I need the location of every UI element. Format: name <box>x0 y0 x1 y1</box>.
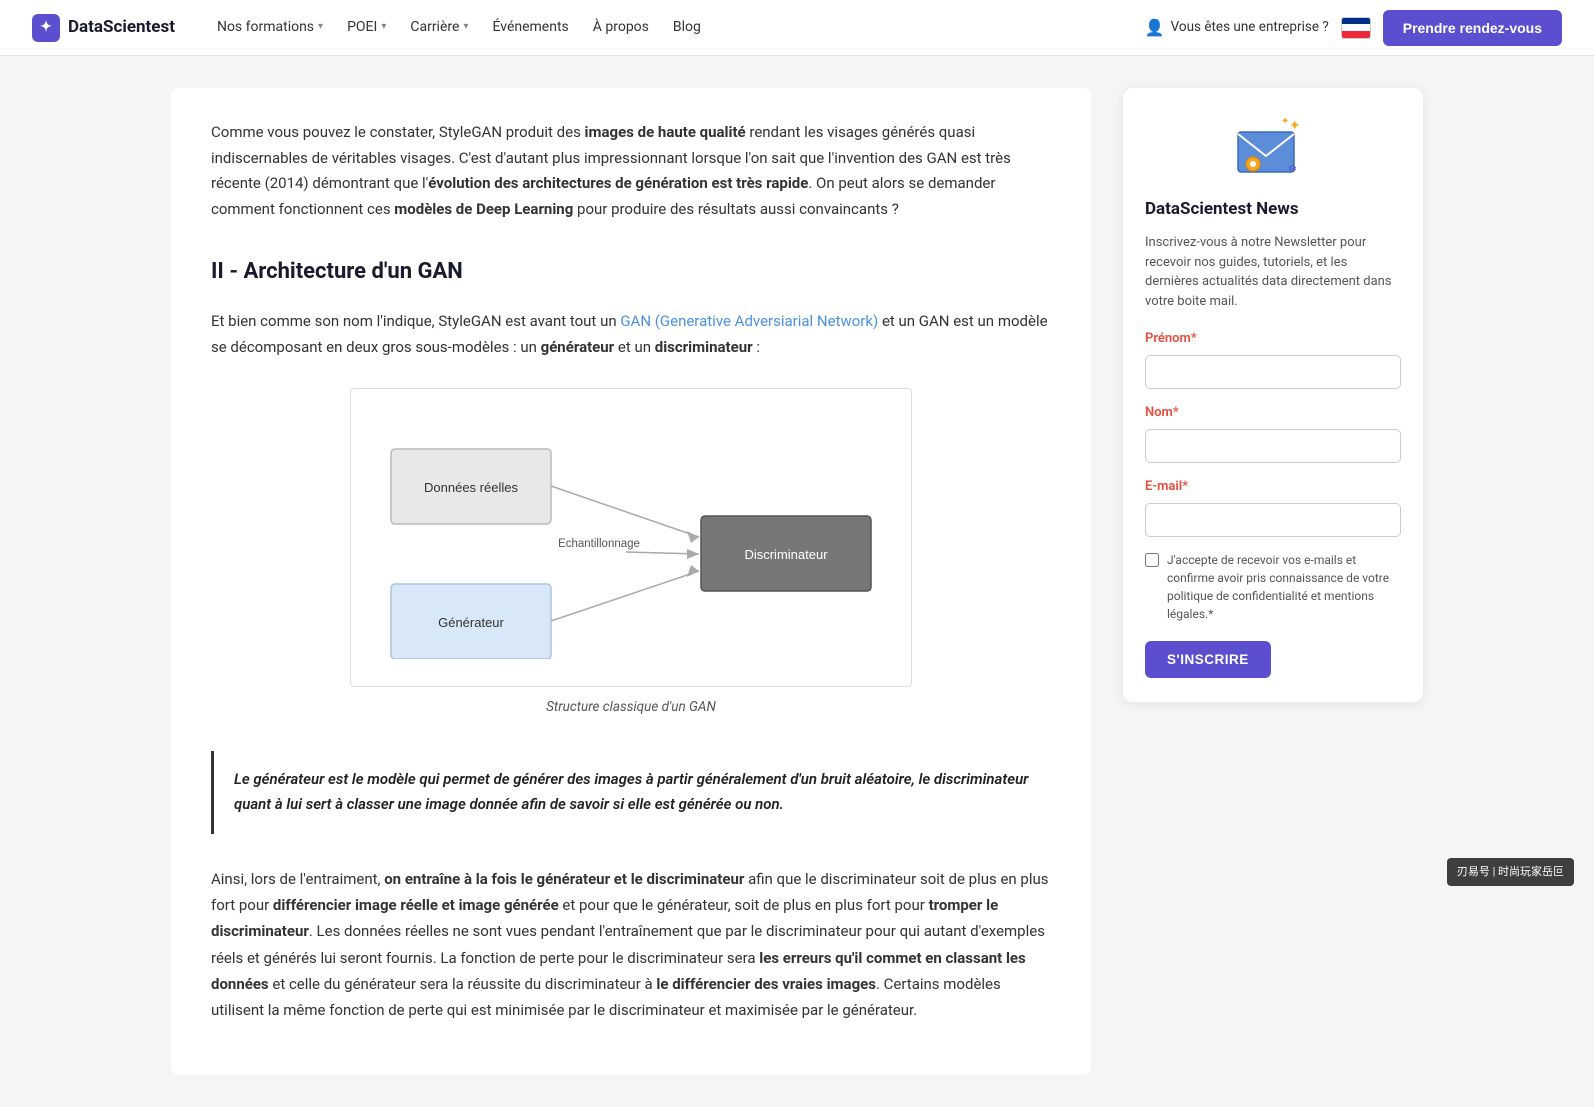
svg-text:✦: ✦ <box>1281 116 1289 127</box>
nav-item-formations[interactable]: Nos formations ▾ <box>207 8 333 46</box>
newsletter-title: DataScientest News <box>1145 196 1401 223</box>
main-content: Comme vous pouvez le constater, StyleGAN… <box>171 88 1091 1075</box>
section2-intro: Et bien comme son nom l'indique, StyleGA… <box>211 309 1051 360</box>
logo[interactable]: ✦ DataScientest <box>32 14 175 42</box>
diagram-container: Données réelles Générateur Discriminateu… <box>211 388 1051 719</box>
nav-item-apropos[interactable]: À propos <box>583 8 659 46</box>
nom-input[interactable] <box>1145 429 1401 463</box>
subscribe-button[interactable]: S'INSCRIRE <box>1145 641 1271 678</box>
diagram-svg: Données réelles Générateur Discriminateu… <box>350 388 912 687</box>
prenom-input[interactable] <box>1145 355 1401 389</box>
newsletter-description: Inscrivez-vous à notre Newsletter pour r… <box>1145 233 1401 311</box>
navbar: ✦ DataScientest Nos formations ▾ POEI ▾ … <box>0 0 1594 56</box>
consent-label: J'accepte de recevoir vos e-mails et con… <box>1167 551 1401 623</box>
svg-text:⚙: ⚙ <box>1288 164 1297 175</box>
svg-text:Générateur: Générateur <box>438 615 504 630</box>
newsletter-card: ✦ ✦ ⚙ DataScientest News Inscrivez-vous … <box>1123 88 1423 702</box>
prenom-field: Prénom* <box>1145 329 1401 389</box>
gan-link[interactable]: GAN (Generative Adversiarial Network) <box>620 312 878 330</box>
quote-text: Le générateur est le modèle qui permet d… <box>234 767 1031 818</box>
nav-item-evenements[interactable]: Événements <box>482 8 578 46</box>
quote-block: Le générateur est le modèle qui permet d… <box>211 751 1051 834</box>
page-wrapper: Comme vous pouvez le constater, StyleGAN… <box>147 56 1447 1107</box>
chevron-down-icon: ▾ <box>463 19 468 35</box>
logo-text: DataScientest <box>68 14 175 41</box>
prenom-label: Prénom* <box>1145 329 1401 350</box>
diagram-caption: Structure classique d'un GAN <box>546 697 716 719</box>
enterprise-link[interactable]: 👤 Vous êtes une entreprise ? <box>1145 15 1329 41</box>
chevron-down-icon: ▾ <box>318 19 323 35</box>
nav-links: Nos formations ▾ POEI ▾ Carrière ▾ Événe… <box>207 8 1145 46</box>
svg-text:✦: ✦ <box>1289 118 1301 134</box>
chevron-down-icon: ▾ <box>381 19 386 35</box>
bottom-badge: 刃易号 | 时尚玩家岳叵 <box>1447 858 1574 886</box>
consent-row: J'accepte de recevoir vos e-mails et con… <box>1145 551 1401 623</box>
sidebar: ✦ ✦ ⚙ DataScientest News Inscrivez-vous … <box>1123 88 1423 1075</box>
nav-item-carriere[interactable]: Carrière ▾ <box>400 8 478 46</box>
newsletter-icon: ✦ ✦ ⚙ <box>1233 112 1313 182</box>
email-field: E-mail* <box>1145 477 1401 537</box>
newsletter-icon-row: ✦ ✦ ⚙ <box>1145 112 1401 182</box>
section2-heading: II - Architecture d'un GAN <box>211 254 1051 289</box>
nav-right: 👤 Vous êtes une entreprise ? Prendre ren… <box>1145 10 1562 46</box>
consent-checkbox[interactable] <box>1145 553 1159 567</box>
cta-button[interactable]: Prendre rendez-vous <box>1383 10 1562 46</box>
enterprise-icon: 👤 <box>1145 15 1165 41</box>
email-label: E-mail* <box>1145 477 1401 498</box>
svg-text:Discriminateur: Discriminateur <box>744 547 828 562</box>
nom-field: Nom* <box>1145 403 1401 463</box>
language-flag[interactable] <box>1341 17 1371 39</box>
svg-text:Données réelles: Données réelles <box>424 480 518 495</box>
intro-paragraph: Comme vous pouvez le constater, StyleGAN… <box>211 120 1051 222</box>
nav-item-blog[interactable]: Blog <box>663 8 711 46</box>
nom-label: Nom* <box>1145 403 1401 424</box>
email-input[interactable] <box>1145 503 1401 537</box>
nav-item-poei[interactable]: POEI ▾ <box>337 8 396 46</box>
logo-icon: ✦ <box>32 14 60 42</box>
body-paragraph-1: Ainsi, lors de l'entraiment, on entraîne… <box>211 866 1051 1024</box>
svg-text:Echantillonnage: Echantillonnage <box>558 538 640 550</box>
